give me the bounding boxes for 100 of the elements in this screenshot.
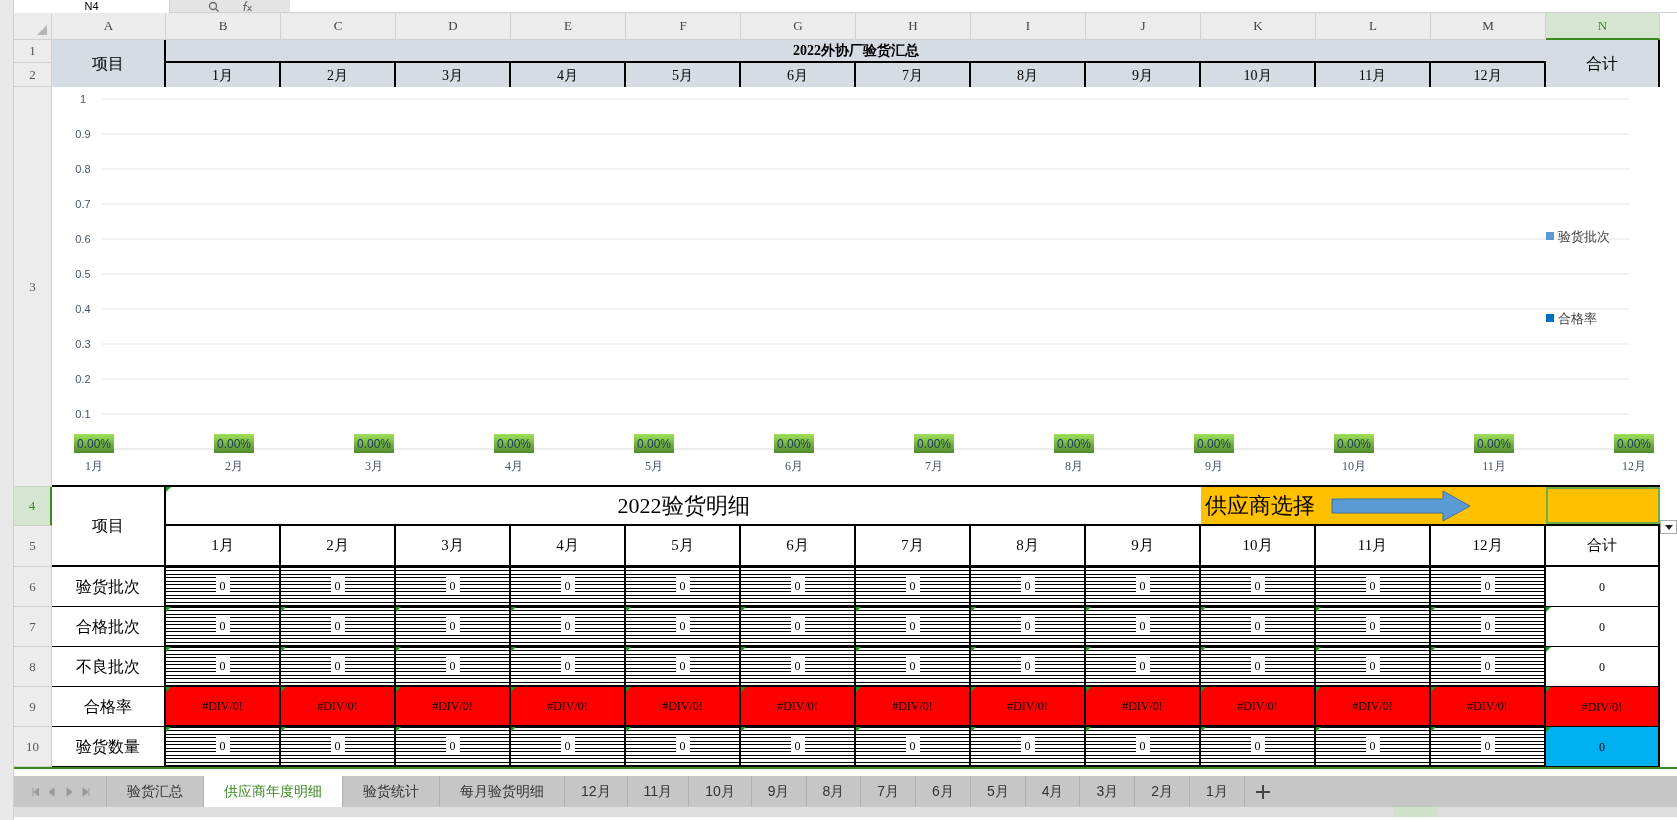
table-cell: 0 xyxy=(741,647,856,687)
column-header[interactable]: B xyxy=(166,13,281,40)
table-cell: 0 xyxy=(281,647,396,687)
axis-label: 0.6 xyxy=(75,233,91,245)
table-header-cell: 8月 xyxy=(971,63,1086,87)
column-header[interactable]: A xyxy=(52,13,166,40)
axis-label: 0.9 xyxy=(75,128,91,140)
row-header[interactable]: 6 xyxy=(14,567,52,607)
axis-label: 0.8 xyxy=(75,163,91,175)
row-header[interactable]: 1 xyxy=(14,40,52,63)
supplier-select-label: 供应商选择 xyxy=(1201,487,1546,524)
table-cell: 0 xyxy=(281,727,396,767)
column-header[interactable]: G xyxy=(741,13,856,40)
table-cell: 0 xyxy=(166,727,281,767)
data-label: 0.00% xyxy=(1054,434,1094,453)
plus-icon xyxy=(1255,784,1270,799)
table-cell: 0 xyxy=(166,647,281,687)
row-header[interactable]: 5 xyxy=(14,526,52,567)
table-cell: 0 xyxy=(856,607,971,647)
table-cell: 0 xyxy=(1431,647,1546,687)
supplier-select-field[interactable] xyxy=(1546,487,1660,524)
axis-label: 9月 xyxy=(1205,459,1223,473)
axis-label: 10月 xyxy=(1342,459,1366,473)
table-cell: #DIV/0! xyxy=(1201,687,1316,727)
row-header[interactable]: 2 xyxy=(14,63,52,87)
table-cell: 0 xyxy=(1546,647,1660,687)
table-cell: 0 xyxy=(856,647,971,687)
table-header-cell: 5月 xyxy=(626,63,741,87)
table-cell: 0 xyxy=(1201,607,1316,647)
table-cell: 0 xyxy=(1316,727,1431,767)
column-header[interactable]: J xyxy=(1086,13,1201,40)
column-header[interactable]: M xyxy=(1431,13,1546,40)
data-label: 0.00% xyxy=(914,434,954,453)
table-cell: 0 xyxy=(626,647,741,687)
table-cell: 0 xyxy=(396,567,511,607)
axis-label: 2月 xyxy=(225,459,243,473)
axis-label: 12月 xyxy=(1622,459,1646,473)
table-cell: 0 xyxy=(1316,607,1431,647)
column-header[interactable]: C xyxy=(281,13,396,40)
table-cell: #DIV/0! xyxy=(396,687,511,727)
column-header[interactable]: D xyxy=(396,13,511,40)
table-header-cell: 9月 xyxy=(1086,63,1201,87)
row-header[interactable]: 9 xyxy=(14,687,52,727)
table-header-cell: 合计 xyxy=(1546,40,1660,87)
sheet-tab[interactable]: 供应商年度明细 xyxy=(204,776,343,807)
column-header[interactable]: H xyxy=(856,13,971,40)
table-cell: 0 xyxy=(1431,607,1546,647)
select-all-corner[interactable] xyxy=(14,13,52,40)
table-cell: #DIV/0! xyxy=(166,687,281,727)
table-cell: 0 xyxy=(1316,647,1431,687)
table-cell: #DIV/0! xyxy=(511,687,626,727)
table-header-cell: 12月 xyxy=(1431,63,1546,87)
table-cell: 0 xyxy=(1546,727,1660,767)
table-cell: 0 xyxy=(1431,567,1546,607)
column-header[interactable]: F xyxy=(626,13,741,40)
table-cell: #DIV/0! xyxy=(1086,687,1201,727)
row-header[interactable]: 8 xyxy=(14,647,52,687)
table-title: 2022验货明细 xyxy=(166,487,1201,524)
caret-icon xyxy=(1664,524,1673,530)
name-box[interactable]: N4 xyxy=(14,0,170,13)
table-cell: #DIV/0! xyxy=(856,687,971,727)
dropdown-button[interactable] xyxy=(1660,520,1677,534)
table-header-cell: 项目 xyxy=(52,487,166,567)
column-header[interactable]: E xyxy=(511,13,626,40)
table-cell: 0 xyxy=(1201,647,1316,687)
table-cell: 0 xyxy=(396,647,511,687)
table-cell: 0 xyxy=(1201,567,1316,607)
table-cell: 0 xyxy=(396,607,511,647)
table-cell: 0 xyxy=(1431,727,1546,767)
table-cell: 0 xyxy=(856,727,971,767)
search-icon[interactable] xyxy=(207,0,219,12)
table-cell: 0 xyxy=(1086,727,1201,767)
data-label: 0.00% xyxy=(214,434,254,453)
axis-label: 0.2 xyxy=(75,373,91,385)
table-cell: 0 xyxy=(741,727,856,767)
column-header[interactable]: I xyxy=(971,13,1086,40)
table-cell: 0 xyxy=(1316,567,1431,607)
table-cell: 0 xyxy=(971,647,1086,687)
row-header[interactable]: 3 xyxy=(14,87,52,487)
table-cell: 0 xyxy=(626,567,741,607)
table-cell: 0 xyxy=(511,567,626,607)
column-header[interactable]: K xyxy=(1201,13,1316,40)
axis-label: 0.3 xyxy=(75,338,91,350)
table-cell: 0 xyxy=(396,727,511,767)
table-cell: 0 xyxy=(626,607,741,647)
table-cell: 0 xyxy=(971,607,1086,647)
table-cell: 0 xyxy=(511,647,626,687)
column-header[interactable]: L xyxy=(1316,13,1431,40)
row-header[interactable]: 7 xyxy=(14,607,52,647)
table-cell: #DIV/0! xyxy=(1431,687,1546,727)
data-label: 0.00% xyxy=(1474,434,1514,453)
table-cell: 0 xyxy=(1546,567,1660,607)
table-header-cell: 4月 xyxy=(511,63,626,87)
table-cell: 0 xyxy=(1086,607,1201,647)
table-cell: 0 xyxy=(626,727,741,767)
row-header[interactable]: 10 xyxy=(14,727,52,767)
axis-label: 11月 xyxy=(1482,459,1506,473)
axis-label: 6月 xyxy=(785,459,803,473)
axis-label: 0.4 xyxy=(75,303,91,315)
axis-label: 5月 xyxy=(645,459,663,473)
